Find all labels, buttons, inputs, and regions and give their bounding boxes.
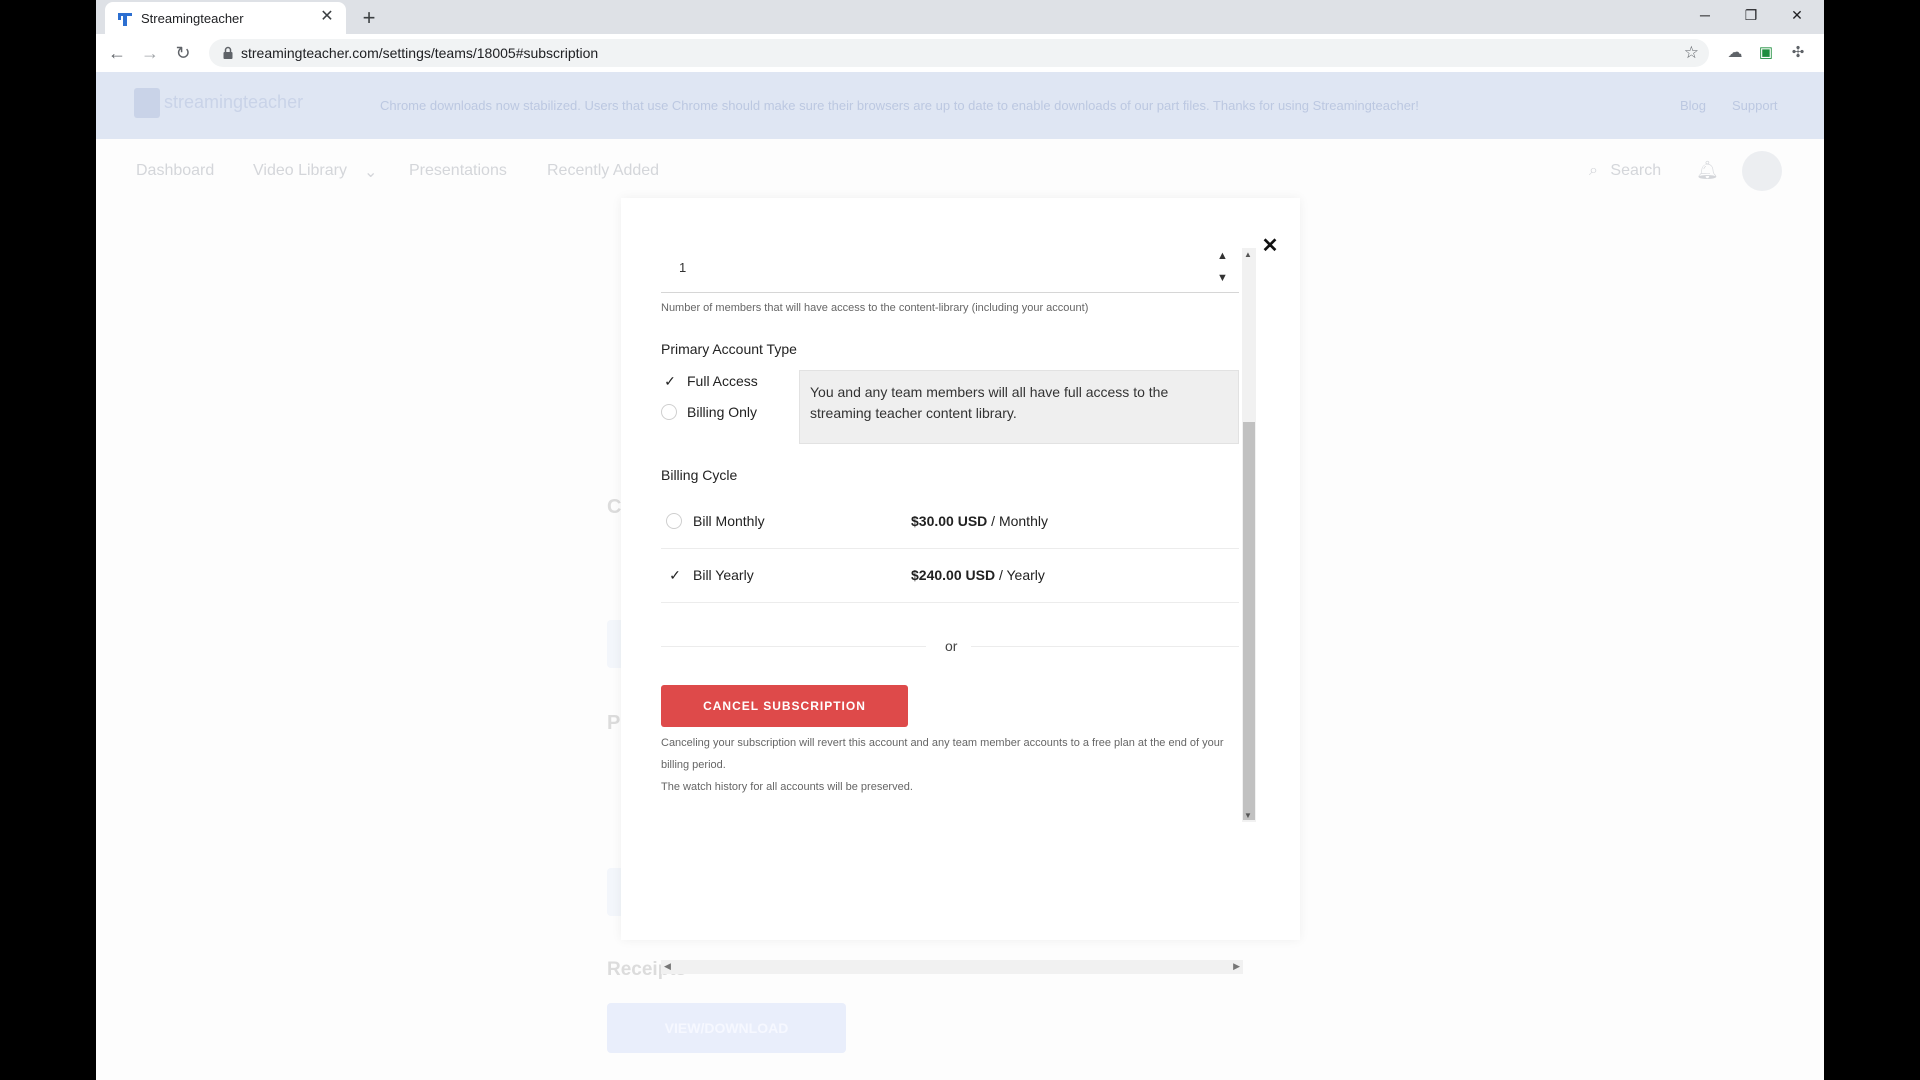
scroll-up-arrow-icon[interactable]: ▲ <box>1244 250 1252 259</box>
subscription-modal: ✕ 1 ▲ ▼ Number of members that will have… <box>621 198 1300 974</box>
decrement-arrow-icon[interactable]: ▼ <box>1217 272 1228 284</box>
url-text: streamingteacher.com/settings/teams/1800… <box>241 45 599 61</box>
background-heading-fragment: C <box>607 496 622 518</box>
modal-horizontal-scrollbar[interactable]: ◀ ▶ <box>661 960 1243 974</box>
cancel-subscription-button[interactable]: CANCEL SUBSCRIPTION <box>661 685 908 727</box>
minimize-button[interactable]: ─ <box>1682 0 1728 30</box>
billing-option-label: Bill Monthly <box>693 513 765 529</box>
nav-recently-added[interactable]: Recently Added <box>547 162 659 180</box>
checkmark-icon: ✓ <box>669 567 681 583</box>
support-link[interactable]: Support <box>1732 98 1778 113</box>
account-type-title: Primary Account Type <box>661 341 797 357</box>
billing-option-price: $30.00 USD / Monthly <box>911 513 1048 529</box>
price-period: / Monthly <box>987 513 1048 529</box>
account-type-label: Billing Only <box>687 404 758 420</box>
page-viewport: streamingteacher Chrome downloads now st… <box>96 72 1824 1080</box>
chevron-down-icon[interactable]: ⌄ <box>364 162 377 182</box>
divider <box>971 646 1239 647</box>
back-arrow-icon[interactable]: ← <box>105 41 129 65</box>
tab-title: Streamingteacher <box>141 11 244 26</box>
price-period: / Yearly <box>995 567 1045 583</box>
billing-option-label: Bill Yearly <box>693 567 754 583</box>
or-separator: or <box>945 638 958 654</box>
forward-arrow-icon[interactable]: → <box>138 41 162 65</box>
blog-link[interactable]: Blog <box>1680 98 1706 113</box>
site-logo[interactable]: streamingteacher <box>134 88 303 118</box>
browser-tab[interactable]: Streamingteacher ✕ <box>105 2 346 34</box>
avatar[interactable] <box>1742 151 1782 191</box>
lock-icon <box>223 46 233 59</box>
billing-option-yearly[interactable]: ✓ Bill Yearly $240.00 USD / Yearly <box>661 549 1239 603</box>
cancel-note: Canceling your subscription will revert … <box>661 732 1239 798</box>
close-window-button[interactable]: ✕ <box>1774 0 1820 30</box>
banner-message: Chrome downloads now stabilized. Users t… <box>380 98 1419 113</box>
cloud-extension-icon[interactable]: ☁ <box>1725 43 1745 63</box>
close-icon[interactable]: ✕ <box>1260 236 1280 256</box>
modal-vertical-scrollbar[interactable]: ▲ ▼ <box>1242 248 1256 822</box>
tab-strip: Streamingteacher ✕ + ─ ❐ ✕ <box>96 0 1824 34</box>
account-type-full-access[interactable]: ✓ Full Access <box>661 372 781 392</box>
checkmark-icon: ✓ <box>664 373 676 389</box>
members-quantity-stepper[interactable]: 1 ▲ ▼ <box>661 248 1239 293</box>
address-bar[interactable]: streamingteacher.com/settings/teams/1800… <box>209 39 1709 67</box>
modal-scroll-content[interactable]: 1 ▲ ▼ Number of members that will have a… <box>661 248 1242 822</box>
bell-icon[interactable]: 🔔︎ <box>1696 160 1719 181</box>
announcement-banner: streamingteacher Chrome downloads now st… <box>96 72 1824 139</box>
radio-unchecked-icon <box>661 404 677 420</box>
cancel-note-line: Canceling your subscription will revert … <box>661 737 1224 771</box>
scroll-right-arrow-icon[interactable]: ▶ <box>1233 961 1240 972</box>
scrollbar-thumb[interactable] <box>1243 422 1255 820</box>
reading-list-icon[interactable]: ≡ <box>1820 43 1824 63</box>
extensions-puzzle-icon[interactable]: ✣ <box>1788 43 1808 63</box>
browser-toolbar: ← → ↻ streamingteacher.com/settings/team… <box>96 34 1824 73</box>
billing-option-monthly[interactable]: Bill Monthly $30.00 USD / Monthly <box>661 495 1239 549</box>
divider <box>661 646 926 647</box>
main-navigation: Dashboard Video Library ⌄ Presentations … <box>96 139 1824 204</box>
nav-video-library[interactable]: Video Library <box>253 162 347 180</box>
logo-text: streamingteacher <box>164 91 304 112</box>
members-value: 1 <box>679 260 687 275</box>
account-type-label: Full Access <box>687 373 758 389</box>
background-heading-fragment: P <box>607 712 621 734</box>
nav-presentations[interactable]: Presentations <box>409 162 507 180</box>
increment-arrow-icon[interactable]: ▲ <box>1217 250 1228 262</box>
radio-unchecked-icon <box>666 513 682 529</box>
price-amount: $240.00 USD <box>911 567 996 583</box>
reload-icon[interactable]: ↻ <box>171 41 195 65</box>
account-type-description-box: You and any team members will all have f… <box>799 370 1239 444</box>
tab-close-icon[interactable]: ✕ <box>317 7 337 27</box>
price-amount: $30.00 USD <box>911 513 988 529</box>
billing-option-price: $240.00 USD / Yearly <box>911 567 1045 583</box>
scroll-down-arrow-icon[interactable]: ▼ <box>1244 811 1252 820</box>
nav-dashboard[interactable]: Dashboard <box>136 162 214 180</box>
bookmark-star-icon[interactable]: ☆ <box>1684 43 1699 63</box>
streamingteacher-favicon-icon <box>118 13 132 26</box>
billing-cycle-title: Billing Cycle <box>661 467 738 483</box>
restore-button[interactable]: ❐ <box>1728 0 1774 30</box>
browser-window: Streamingteacher ✕ + ─ ❐ ✕ ← → ↻ streami… <box>96 0 1824 1080</box>
search-icon: ⌕ <box>1589 162 1598 179</box>
screen-extension-icon[interactable]: ▣ <box>1756 43 1776 63</box>
view-download-button[interactable]: VIEW/DOWNLOAD <box>607 1003 846 1053</box>
site-search[interactable]: ⌕ Search <box>1589 162 1661 180</box>
scroll-left-arrow-icon[interactable]: ◀ <box>664 961 671 972</box>
account-type-description: You and any team members will all have f… <box>810 384 1169 421</box>
new-tab-button[interactable]: + <box>355 5 383 31</box>
members-help-text: Number of members that will have access … <box>661 302 1089 314</box>
account-type-billing-only[interactable]: Billing Only <box>661 403 781 423</box>
cancel-note-line: The watch history for all accounts will … <box>661 781 913 793</box>
search-label: Search <box>1610 162 1662 179</box>
